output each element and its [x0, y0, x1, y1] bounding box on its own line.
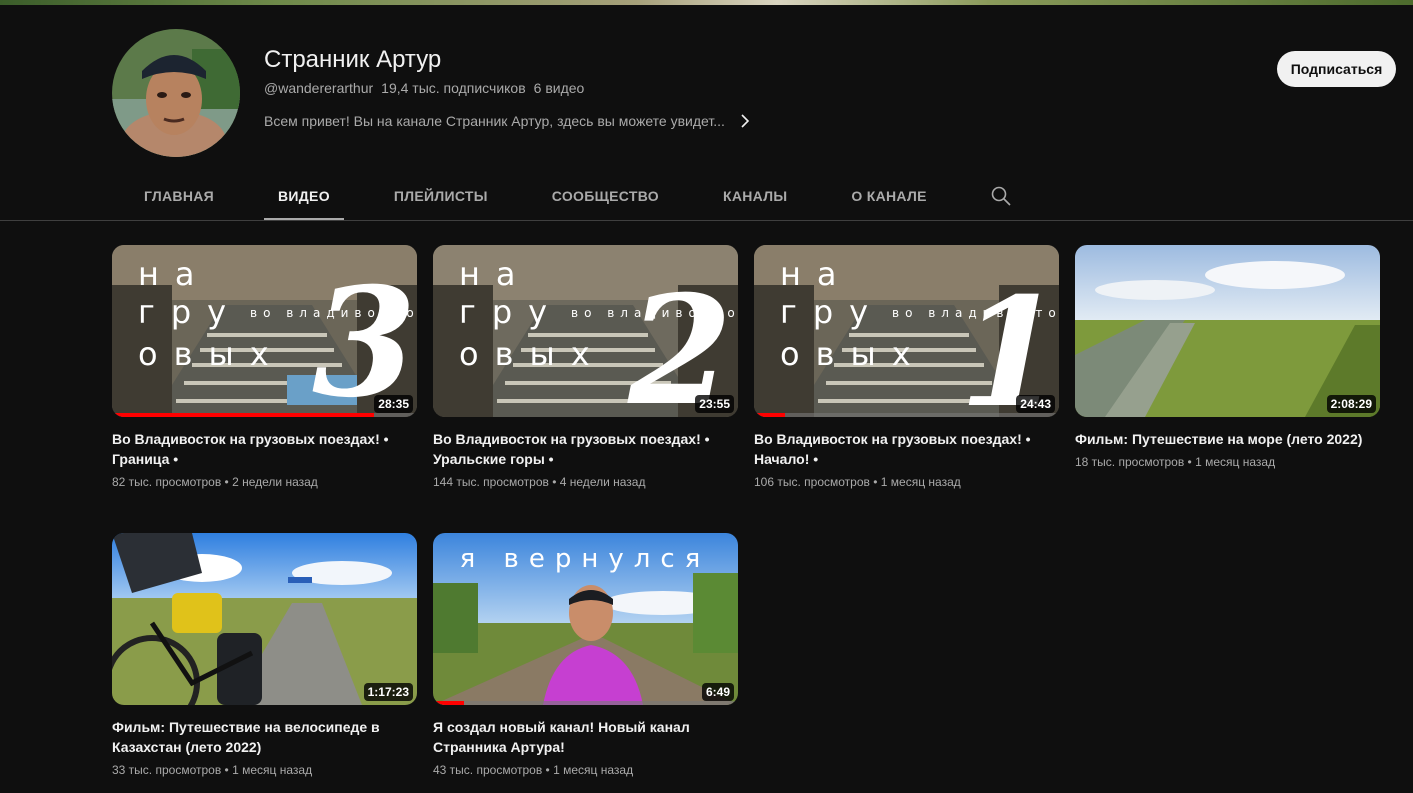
video-views: 106 тыс. просмотров [754, 475, 870, 489]
watch-progress-fill [754, 413, 785, 417]
svg-text:на: на [459, 255, 532, 293]
video-meta: 43 тыс. просмотров • 1 месяц назад [433, 763, 738, 777]
video-meta: 18 тыс. просмотров • 1 месяц назад [1075, 455, 1380, 469]
video-thumbnail[interactable]: на гру овых во владивосток 2 23:55 [433, 245, 738, 417]
video-duration: 28:35 [374, 395, 413, 413]
video-title[interactable]: Фильм: Путешествие на море (лето 2022) [1075, 429, 1370, 449]
watch-progress [112, 413, 417, 417]
svg-text:овых: овых [138, 335, 285, 373]
tab-community[interactable]: СООБЩЕСТВО [520, 172, 691, 220]
meta-separator: • [545, 763, 550, 777]
video-duration: 2:08:29 [1326, 395, 1376, 413]
meta-separator: • [873, 475, 878, 489]
video-thumbnail[interactable]: 1:17:23 [112, 533, 417, 705]
video-thumbnail[interactable]: на гру овых во владивосток 1 24:43 [754, 245, 1059, 417]
channel-description[interactable]: Всем привет! Вы на канале Странник Артур… [264, 111, 755, 131]
video-card[interactable]: я вернулся 6:49 Я создал новый канал! Но… [433, 533, 738, 777]
video-age: 2 недели назад [232, 475, 318, 489]
svg-text:гру: гру [780, 293, 884, 331]
video-title[interactable]: Во Владивосток на грузовых поездах! • Гр… [112, 429, 407, 469]
search-icon [991, 186, 1011, 206]
video-thumbnail[interactable]: на гру овых во владивосток 3 28:35 [112, 245, 417, 417]
video-card[interactable]: на гру овых во владивосток 1 24:43 Во Вл… [754, 245, 1059, 489]
video-thumbnail[interactable]: я вернулся 6:49 [433, 533, 738, 705]
description-text: Всем привет! Вы на канале Странник Артур… [264, 113, 725, 129]
svg-text:гру: гру [459, 293, 563, 331]
tab-videos[interactable]: ВИДЕО [246, 172, 362, 221]
video-views: 144 тыс. просмотров [433, 475, 549, 489]
thumbnail-image: на гру овых во владивосток 2 [433, 245, 738, 417]
meta-separator: • [224, 475, 229, 489]
subscriber-count: 19,4 тыс. подписчиков [381, 80, 526, 96]
video-count: 6 видео [533, 80, 585, 96]
video-age: 1 месяц назад [1195, 455, 1276, 469]
channel-name: Странник Артур [264, 46, 442, 73]
video-card[interactable]: 1:17:23 Фильм: Путешествие на велосипеде… [112, 533, 417, 777]
watch-progress [433, 701, 738, 705]
svg-text:овых: овых [459, 335, 606, 373]
video-meta: 144 тыс. просмотров • 4 недели назад [433, 475, 738, 489]
video-age: 4 недели назад [559, 475, 646, 489]
watch-progress-fill [112, 413, 375, 417]
video-title[interactable]: Я создал новый канал! Новый канал Странн… [433, 717, 728, 757]
video-duration: 6:49 [701, 683, 734, 701]
thumbnail-image [1075, 245, 1380, 417]
video-duration: 23:55 [695, 395, 734, 413]
video-card[interactable]: на гру овых во владивосток 3 28:35 Во Вл… [112, 245, 417, 489]
tabs-divider [0, 220, 1413, 221]
channel-banner [0, 0, 1413, 5]
meta-separator: • [552, 475, 557, 489]
meta-separator: • [224, 763, 229, 777]
video-age: 1 месяц назад [553, 763, 634, 777]
video-title[interactable]: Во Владивосток на грузовых поездах! • Ур… [433, 429, 728, 469]
svg-text:3: 3 [312, 255, 416, 417]
video-age: 1 месяц назад [880, 475, 961, 489]
watch-progress [754, 413, 1059, 417]
video-title[interactable]: Во Владивосток на грузовых поездах! • На… [754, 429, 1049, 469]
thumbnail-image [112, 533, 417, 705]
svg-text:я вернулся: я вернулся [460, 544, 711, 574]
tab-search[interactable] [977, 172, 1025, 220]
channel-handle: @wandererarthur [264, 80, 374, 96]
svg-text:гру: гру [138, 293, 242, 331]
video-duration: 1:17:23 [363, 683, 413, 701]
video-age: 1 месяц назад [232, 763, 313, 777]
video-meta: 33 тыс. просмотров • 1 месяц назад [112, 763, 417, 777]
channel-meta: @wandererarthur 19,4 тыс. подписчиков 6 … [264, 80, 584, 96]
svg-text:овых: овых [780, 335, 927, 373]
thumbnail-image: я вернулся [433, 533, 738, 705]
meta-separator: • [1187, 455, 1192, 469]
tab-about[interactable]: О КАНАЛЕ [819, 172, 958, 220]
subscribe-button[interactable]: Подписаться [1277, 51, 1396, 87]
video-views: 33 тыс. просмотров [112, 763, 222, 777]
video-views: 43 тыс. просмотров [433, 763, 543, 777]
watch-progress-fill [433, 701, 464, 705]
video-meta: 106 тыс. просмотров • 1 месяц назад [754, 475, 1059, 489]
channel-tabs: ГЛАВНАЯ ВИДЕО ПЛЕЙЛИСТЫ СООБЩЕСТВО КАНАЛ… [112, 172, 1025, 221]
svg-text:на: на [138, 255, 211, 293]
video-card[interactable]: 2:08:29 Фильм: Путешествие на море (лето… [1075, 245, 1380, 469]
video-views: 18 тыс. просмотров [1075, 455, 1185, 469]
video-meta: 82 тыс. просмотров • 2 недели назад [112, 475, 417, 489]
video-card[interactable]: на гру овых во владивосток 2 23:55 Во Вл… [433, 245, 738, 489]
tab-playlists[interactable]: ПЛЕЙЛИСТЫ [362, 172, 520, 220]
thumbnail-image: на гру овых во владивосток 3 [112, 245, 417, 417]
chevron-right-icon[interactable] [735, 111, 755, 131]
video-duration: 24:43 [1016, 395, 1055, 413]
video-thumbnail[interactable]: 2:08:29 [1075, 245, 1380, 417]
video-views: 82 тыс. просмотров [112, 475, 222, 489]
tab-home[interactable]: ГЛАВНАЯ [112, 172, 246, 220]
channel-avatar[interactable] [112, 29, 240, 157]
tab-channels[interactable]: КАНАЛЫ [691, 172, 819, 220]
svg-text:2: 2 [627, 263, 732, 417]
svg-text:на: на [780, 255, 853, 293]
video-title[interactable]: Фильм: Путешествие на велосипеде в Казах… [112, 717, 407, 757]
thumbnail-image: на гру овых во владивосток 1 [754, 245, 1059, 417]
